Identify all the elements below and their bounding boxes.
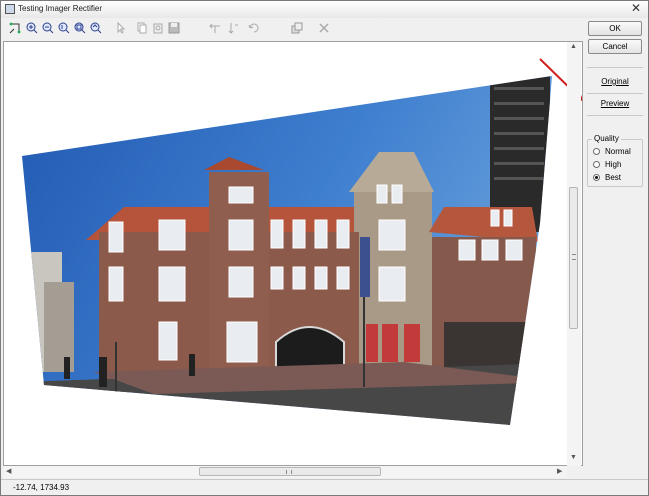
rectifier-window: Testing Imager Rectifier ✕ ▲ ▼ ◀ ▶ OK Ca… [0, 0, 649, 496]
app-icon [5, 4, 15, 14]
cursor-coordinates: -12.74, 1734.93 [13, 483, 70, 492]
original-button[interactable]: Original [588, 75, 642, 89]
quality-option-label: High [605, 160, 622, 169]
quality-group: Quality Normal High Best [587, 134, 643, 187]
vertical-scroll-thumb[interactable] [569, 187, 578, 329]
scroll-left-icon[interactable]: ◀ [6, 467, 11, 475]
status-bar: -12.74, 1734.93 [1, 479, 648, 495]
close-window-button[interactable]: ✕ [628, 2, 644, 15]
properties-icon[interactable] [290, 21, 304, 35]
radio-selected-icon [593, 174, 600, 181]
vertical-scrollbar[interactable]: ▲ ▼ [567, 42, 581, 466]
zoom-selection-icon[interactable] [89, 21, 103, 35]
quality-option-label: Normal [605, 147, 631, 156]
flip-horizontal-icon[interactable] [208, 21, 222, 35]
rectified-street-photo [22, 58, 582, 425]
scroll-up-icon[interactable]: ▲ [570, 43, 577, 50]
quality-option-best[interactable]: Best [593, 173, 621, 182]
quality-option-label: Best [605, 173, 622, 182]
panel-divider [587, 67, 643, 68]
copy-icon[interactable] [135, 21, 149, 35]
photo-content [22, 76, 552, 425]
panel-divider [587, 93, 643, 94]
quality-legend: Quality [592, 134, 621, 143]
quality-option-high[interactable]: High [593, 160, 621, 169]
horizontal-scrollbar[interactable]: ◀ ▶ [4, 466, 567, 478]
zoom-out-icon[interactable] [41, 21, 55, 35]
window-title: Testing Imager Rectifier [18, 4, 103, 13]
rotate-icon[interactable] [247, 21, 261, 35]
save-icon[interactable] [167, 21, 181, 35]
image-viewport[interactable] [3, 41, 583, 466]
title-bar: Testing Imager Rectifier ✕ [1, 1, 648, 18]
horizontal-scroll-thumb[interactable] [199, 467, 381, 476]
radio-icon [593, 148, 600, 155]
zoom-fit-icon[interactable] [73, 21, 87, 35]
scroll-down-icon[interactable]: ▼ [570, 454, 577, 461]
select-arrow-icon[interactable] [114, 21, 128, 35]
original-label: Original [601, 77, 629, 86]
ok-button[interactable]: OK [588, 21, 642, 36]
panel-divider [587, 115, 643, 116]
preview-label: Preview [600, 99, 630, 108]
scroll-right-icon[interactable]: ▶ [557, 467, 562, 475]
preview-button[interactable]: Preview [588, 97, 642, 111]
paste-icon[interactable] [151, 21, 165, 35]
radio-icon [593, 161, 600, 168]
flip-vertical-icon[interactable] [226, 21, 240, 35]
quality-option-normal[interactable]: Normal [593, 147, 631, 156]
rectify-pointer-icon[interactable] [8, 21, 22, 35]
zoom-actual-icon[interactable] [57, 21, 71, 35]
delete-icon[interactable] [317, 21, 331, 35]
cancel-button[interactable]: Cancel [588, 39, 642, 54]
toolbar [1, 18, 648, 40]
zoom-in-icon[interactable] [25, 21, 39, 35]
